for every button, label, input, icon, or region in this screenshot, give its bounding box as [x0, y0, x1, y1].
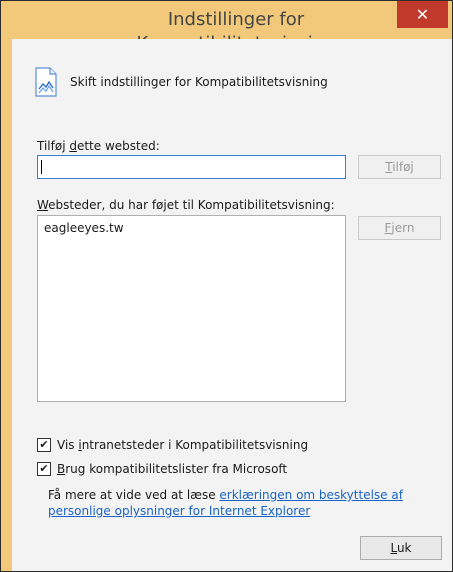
list-item[interactable]: eagleeyes.tw [44, 221, 124, 235]
add-site-input[interactable] [37, 155, 346, 179]
remove-button[interactable]: Fjern [358, 216, 441, 240]
add-site-label: Tilføj dette websted: [37, 139, 160, 153]
intranet-sites-checkbox[interactable]: ✔ [37, 438, 51, 452]
close-icon: ✕ [415, 5, 430, 24]
add-button[interactable]: Tilføj [358, 155, 441, 179]
sites-listbox[interactable]: eagleeyes.tw [37, 215, 346, 402]
close-button[interactable]: Luk [360, 536, 442, 560]
sites-list-label: Websteder, du har føjet til Kompatibilit… [37, 198, 335, 212]
microsoft-lists-label: Brug kompatibilitetslister fra Microsoft [57, 462, 288, 476]
microsoft-lists-option[interactable]: ✔ Brug kompatibilitetslister fra Microso… [37, 462, 287, 476]
intranet-sites-option[interactable]: ✔ Vis intranetsteder i Kompatibilitetsvi… [37, 438, 308, 452]
compatibility-view-icon [35, 67, 57, 97]
text-caret [41, 160, 42, 174]
window-edge [1, 1, 12, 571]
header-text: Skift indstillinger for Kompatibilitetsv… [70, 75, 328, 89]
privacy-info: Få mere at vide ved at læse erklæringen … [48, 488, 403, 518]
microsoft-lists-checkbox[interactable]: ✔ [37, 462, 51, 476]
close-window-button[interactable]: ✕ [397, 1, 448, 28]
intranet-sites-label: Vis intranetsteder i Kompatibilitetsvisn… [57, 438, 309, 452]
dialog-title: Indstillinger for Kompatibilitetsvisning [136, 9, 335, 54]
